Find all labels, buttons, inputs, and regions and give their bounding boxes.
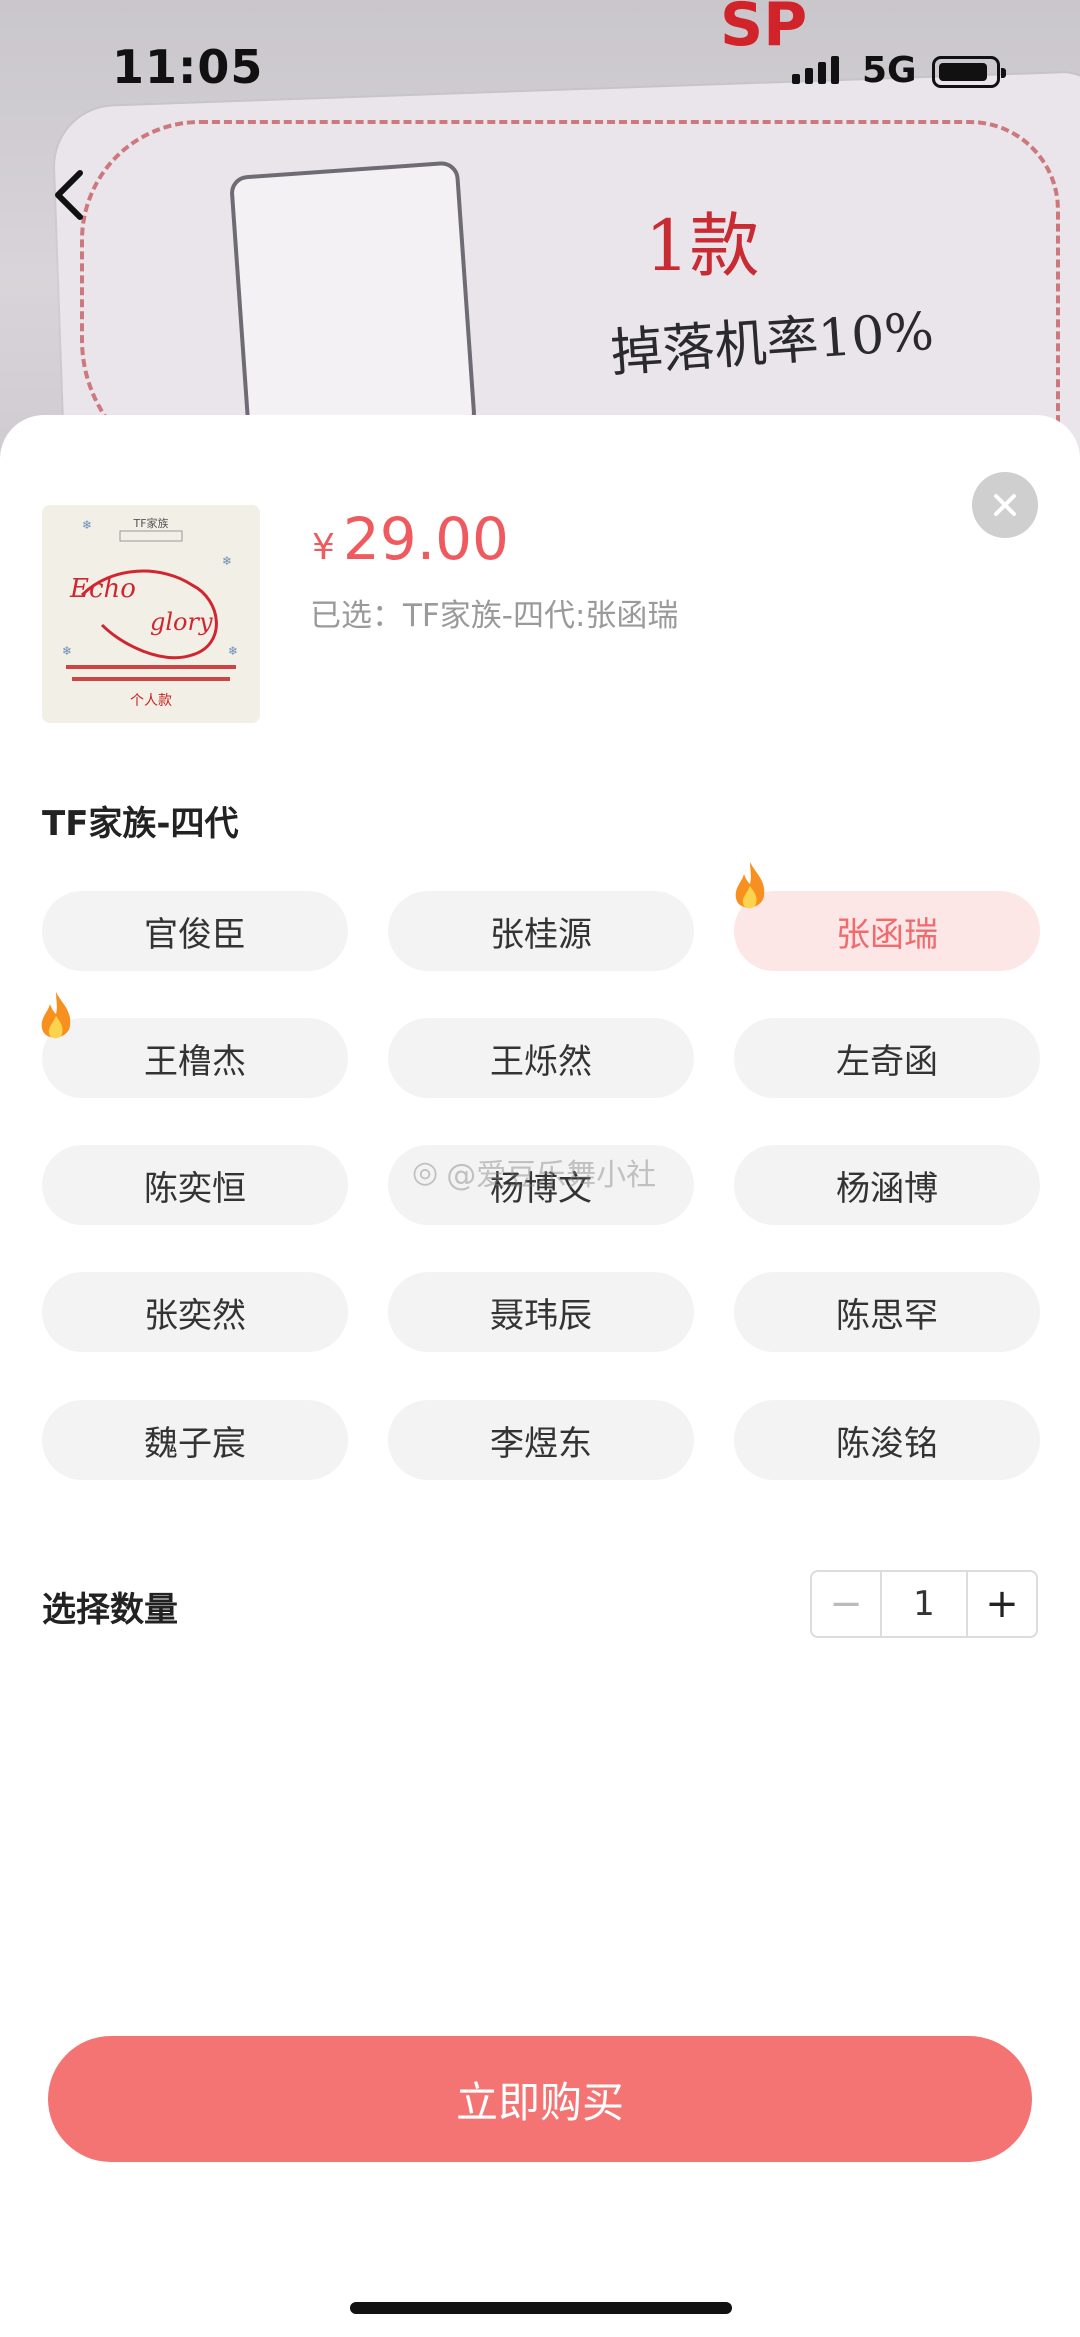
flame-icon bbox=[41, 992, 71, 1039]
thumb-text-2: glory bbox=[150, 608, 213, 636]
option-button[interactable]: 张奕然 bbox=[42, 1272, 348, 1352]
price-value: 29.00 bbox=[342, 505, 509, 573]
option-button[interactable]: 张桂源 bbox=[388, 891, 694, 971]
option-button[interactable]: 王橹杰 bbox=[42, 1018, 348, 1098]
variant-group-title: TF家族-四代 bbox=[42, 804, 239, 844]
watermark-text: @爱豆乐舞小社 bbox=[446, 1158, 657, 1193]
increase-button[interactable]: + bbox=[966, 1572, 1036, 1636]
option-button[interactable]: 左奇函 bbox=[734, 1018, 1040, 1098]
option-button[interactable]: 聂玮辰 bbox=[388, 1272, 694, 1352]
quantity-label: 选择数量 bbox=[42, 1590, 178, 1630]
svg-text:❄: ❄ bbox=[62, 644, 72, 658]
quantity-value[interactable]: 1 bbox=[882, 1572, 966, 1636]
battery-icon bbox=[932, 56, 1006, 88]
thumb-title: TF家族 bbox=[132, 516, 168, 530]
option-button[interactable]: 杨涵博 bbox=[734, 1145, 1040, 1225]
decrease-button[interactable]: − bbox=[812, 1572, 882, 1636]
network-type: 5G bbox=[862, 50, 917, 91]
product-thumbnail: TF家族 Echo glory 个人款 ❄ ❄ ❄ ❄ bbox=[42, 505, 260, 723]
option-button-selected[interactable]: 张函瑞 bbox=[734, 891, 1040, 971]
option-button[interactable]: 陈浚铭 bbox=[734, 1400, 1040, 1480]
svg-text:❄: ❄ bbox=[222, 554, 232, 568]
close-icon bbox=[994, 494, 1016, 516]
option-button[interactable]: 王烁然 bbox=[388, 1018, 694, 1098]
watermark: ◎ @爱豆乐舞小社 bbox=[412, 1150, 656, 1194]
price: ¥ 29.00 bbox=[312, 505, 509, 573]
buy-now-button[interactable]: 立即购买 bbox=[48, 2036, 1032, 2162]
background-sp-mark: SP bbox=[720, 0, 808, 60]
background-caption-1: 1款 bbox=[645, 205, 760, 287]
svg-text:❄: ❄ bbox=[228, 644, 238, 658]
home-indicator bbox=[350, 2302, 732, 2314]
option-button[interactable]: 陈奕恒 bbox=[42, 1145, 348, 1225]
chevron-left-icon bbox=[55, 170, 83, 220]
selected-variant-text: 已选：TF家族-四代:张函瑞 bbox=[310, 598, 679, 634]
svg-text:❄: ❄ bbox=[82, 518, 92, 532]
close-button[interactable] bbox=[972, 472, 1038, 538]
thumb-text-1: Echo bbox=[69, 574, 136, 604]
signal-icon bbox=[792, 56, 839, 84]
thumb-caption: 个人款 bbox=[130, 693, 172, 709]
weibo-icon: ◎ bbox=[412, 1154, 439, 1190]
status-time: 11:05 bbox=[112, 40, 264, 94]
currency-symbol: ¥ bbox=[312, 527, 335, 568]
option-button[interactable]: 陈思罕 bbox=[734, 1272, 1040, 1352]
background-photo-frame bbox=[228, 160, 478, 446]
option-button[interactable]: 魏子宸 bbox=[42, 1400, 348, 1480]
flame-icon bbox=[735, 862, 765, 909]
quantity-stepper: − 1 + bbox=[810, 1570, 1038, 1638]
option-button[interactable]: 李煜东 bbox=[388, 1400, 694, 1480]
option-button[interactable]: 官俊臣 bbox=[42, 891, 348, 971]
back-button[interactable] bbox=[40, 160, 100, 230]
